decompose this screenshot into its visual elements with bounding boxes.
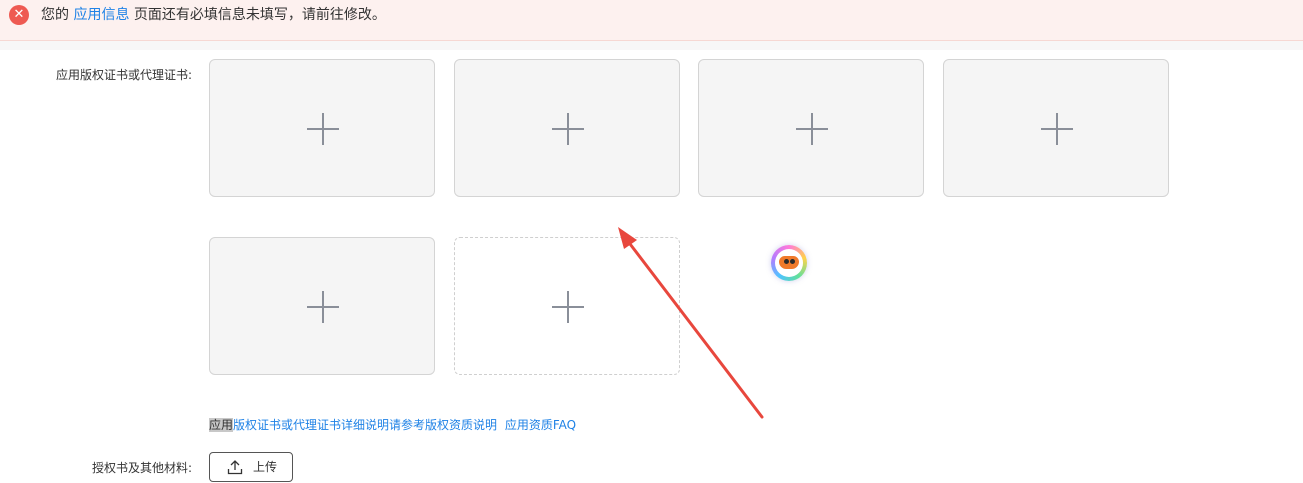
auth-field-label: 授权书及其他材料: [91,461,192,475]
upload-icon [227,460,243,475]
annotation-arrow [618,227,764,419]
help-highlight: 应用 [209,418,234,432]
upload-button[interactable]: 上传 [209,452,293,482]
faq-link[interactable]: 应用资质FAQ [505,418,576,432]
upload-button-label: 上传 [253,460,278,474]
copyright-guide-link[interactable]: 版权证书或代理证书详细说明请参考版权资质说明 [233,418,497,432]
cert-help-text: 应用版权证书或代理证书详细说明请参考版权资质说明 应用资质FAQ [209,417,576,433]
